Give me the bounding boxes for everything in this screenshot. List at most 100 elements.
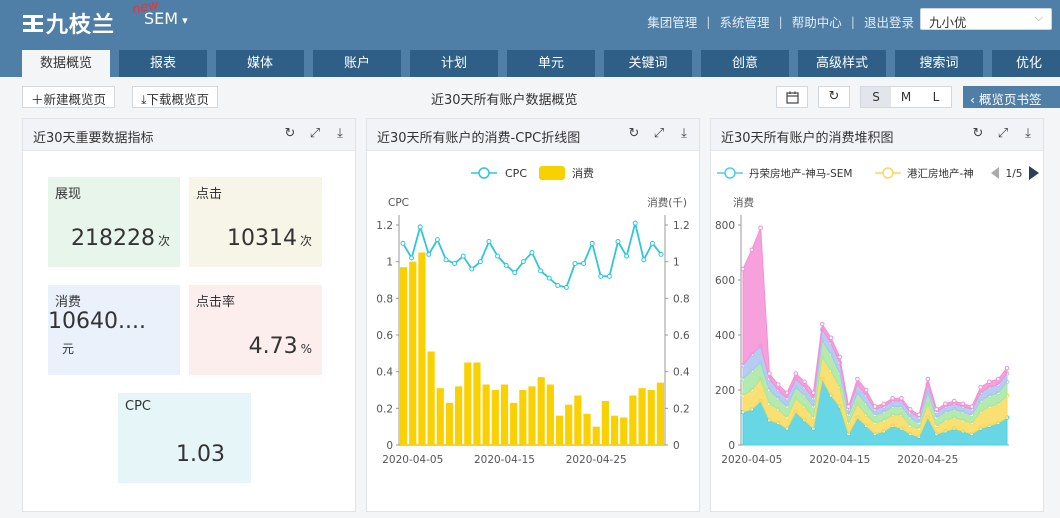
bookmark-button[interactable]: ‹ 概览页书签 [963,86,1060,108]
refresh-icon[interactable]: ↻ [971,126,985,141]
main-tabs: 数据概览 报表 媒体 账户 计划 单元 关键词 创意 高级样式 搜索词 优化 [22,50,1060,77]
stacked-spend-chart: 丹荣房地产-神马-SEM 港汇房地产-神 1/5 消费 0 200 400 600 800 202… [715,163,1043,466]
cpc-point [503,262,509,268]
size-l-button[interactable]: L [921,87,951,107]
tab-creatives[interactable]: 创意 [701,50,789,77]
user-select[interactable]: 九小优 ⌵ [920,8,1052,30]
link-group-management[interactable]: 集团管理 [647,12,697,31]
cpc-point [486,239,492,244]
y-tick-label: 600 [715,275,735,287]
stack-point [828,335,834,341]
y-tick-label: 200 [715,385,735,397]
cpc-point [512,270,518,276]
spend-bar [574,395,582,445]
user-name: 九小优 [929,15,967,30]
tab-accounts[interactable]: 账户 [313,50,401,77]
refresh-icon: ↻ [828,89,840,104]
cpc-point [469,266,475,272]
size-switcher: S M L [860,86,952,108]
new-overview-label: 新建概览页 [43,92,107,107]
spend-bar [409,261,417,445]
legend-label: 港汇房地产-神 [907,167,974,180]
cpc-point [624,253,630,259]
divider: | [850,14,855,29]
spend-bar [629,395,637,445]
logo-text: 九枝兰 [46,13,116,38]
tab-advanced-styles[interactable]: 高级样式 [798,50,886,77]
x-tick-label: 2020-04-05 [382,454,443,466]
calendar-icon [785,91,799,104]
tab-reports[interactable]: 报表 [119,50,207,77]
size-m-button[interactable]: M [891,87,921,107]
spend-bar [537,377,545,445]
link-system-management[interactable]: 系统管理 [720,12,770,31]
stack-point [925,376,931,382]
x-tick-label: 2020-04-05 [721,454,782,466]
cpc-point [658,251,664,257]
cpc-point [538,268,544,274]
refresh-icon[interactable]: ↻ [627,126,641,141]
spend-bar [656,382,664,445]
expand-icon[interactable]: ⤢ [308,126,322,141]
y-tick-label-right: 0.4 [673,367,690,379]
product-switcher[interactable]: SEM ▾ [144,9,188,28]
cpc-point [409,255,415,261]
kpi-label: 展现 [55,187,82,202]
spend-bar [528,386,536,445]
cpc-point [434,237,440,243]
size-s-button[interactable]: S [861,87,891,107]
download-overview-label: 下载概览页 [146,92,210,107]
cpc-point [520,259,526,265]
page-title: 近30天所有账户数据概览 [431,93,578,108]
legend-label: CPC [505,167,527,180]
tab-units[interactable]: 单元 [507,50,595,77]
cpc-point [546,275,552,281]
legend-line-marker [478,167,490,179]
y-tick-label-right: 0.2 [673,403,690,415]
expand-icon[interactable]: ⤢ [996,126,1010,141]
calendar-button[interactable] [776,86,808,108]
cpc-point [598,273,604,279]
download-icon[interactable]: ⤓ [333,126,347,141]
cpc-point [641,257,647,263]
download-overview-button[interactable]: ⤓下载概览页 [132,86,219,108]
link-help-center[interactable]: 帮助中心 [792,12,842,31]
panel-actions: ↻ ⤢ ⤓ [971,126,1035,141]
spend-bar [464,362,472,445]
stack-point [802,379,807,385]
cpc-point [581,261,587,266]
top-bar: 九枝兰 new SEM ▾ 集团管理 | 系统管理 | 帮助中心 | 退出登录 九… [0,0,1060,77]
x-tick-label: 2020-04-15 [809,454,870,466]
tab-media[interactable]: 媒体 [216,50,304,77]
tab-keywords[interactable]: 关键词 [604,50,692,77]
tab-search-terms[interactable]: 搜索词 [895,50,983,77]
kpi-label: 点击率 [196,295,236,310]
kpi-cpc: CPC 1.03 [118,393,251,483]
expand-icon[interactable]: ⤢ [652,126,666,141]
stack-point [846,404,851,409]
legend-bar-swatch [539,166,565,180]
stack-point [740,266,746,272]
link-logout[interactable]: 退出登录 [864,12,914,31]
kpi-unit: 元 [62,342,75,356]
divider: | [706,14,711,29]
stack-point [749,247,755,253]
plus-icon: ＋ [31,92,44,107]
download-icon[interactable]: ⤓ [1021,126,1035,141]
chevron-down-icon: ⌵ [1034,11,1043,24]
spend-bar [427,351,435,445]
tab-plans[interactable]: 计划 [410,50,498,77]
y-tick-label-left: 0.2 [376,403,393,415]
new-overview-button[interactable]: ＋新建概览页 [22,86,116,108]
panel-header: 近30天重要数据指标 ↻ ⤢ ⤓ [23,119,355,151]
cpc-point [400,240,406,246]
x-tick-label: 2020-04-25 [897,454,958,466]
kpi-label: CPC [125,399,151,414]
tab-overview[interactable]: 数据概览 [22,50,110,77]
refresh-button[interactable]: ↻ [818,86,850,108]
refresh-icon[interactable]: ↻ [283,126,297,141]
spend-bar [620,417,628,445]
tab-optimization[interactable]: 优化 [992,50,1060,77]
logo[interactable]: 九枝兰 [22,7,115,39]
download-icon[interactable]: ⤓ [677,126,691,141]
